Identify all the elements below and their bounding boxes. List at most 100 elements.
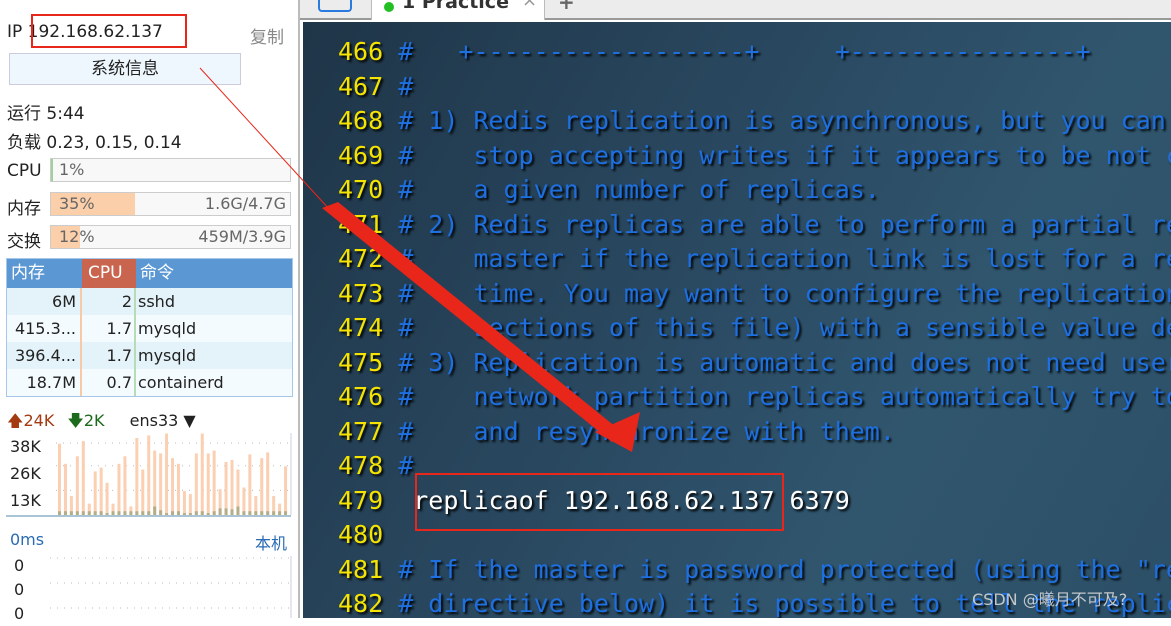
cpu-label: CPU xyxy=(7,161,42,181)
mem-label: 内存 xyxy=(7,199,41,219)
latency-host[interactable]: 本机 xyxy=(255,530,287,554)
system-info-button[interactable]: 系统信息 xyxy=(9,53,241,85)
mem-amount: 1.6G/4.7G xyxy=(204,194,286,213)
line-text: # master if the replication link is lost… xyxy=(383,244,1171,273)
line-number: 477 xyxy=(338,416,384,446)
mem-pct: 35% xyxy=(59,194,95,213)
download-bar xyxy=(159,510,163,515)
process-cpu: 2 xyxy=(82,288,136,315)
connected-dot-icon xyxy=(384,2,394,12)
cpu-bar: 1% xyxy=(50,158,291,182)
mem-bar: 35% 1.6G/4.7G xyxy=(50,192,291,216)
network-chart xyxy=(6,433,292,517)
swap-amount: 459M/3.9G xyxy=(198,227,286,246)
code-line: 466 # +------------------+ +------------… xyxy=(338,35,1091,69)
download-bar xyxy=(188,513,192,515)
line-text: # 1) Redis replication is asynchronous, … xyxy=(383,106,1166,135)
process-row[interactable]: 6M 2 sshd xyxy=(7,288,292,315)
latency-value: 0 xyxy=(14,604,25,623)
upload-bar xyxy=(99,467,103,515)
download-bar xyxy=(81,511,85,515)
line-number: 471 xyxy=(338,209,384,239)
upload-bar xyxy=(230,460,234,515)
upload-bar xyxy=(260,458,264,515)
upload-bar xyxy=(200,433,204,515)
header-cpu[interactable]: CPU xyxy=(82,259,136,288)
download-bar xyxy=(176,511,180,515)
load-label: 负载 xyxy=(7,133,41,153)
latency-value: 0 xyxy=(14,580,25,599)
download-bar xyxy=(200,511,204,515)
swap-label: 交换 xyxy=(7,232,41,252)
line-number: 467 xyxy=(338,71,384,101)
download-bar xyxy=(153,506,157,515)
download-rate: 2K xyxy=(83,411,105,430)
upload-bar xyxy=(194,453,198,515)
upload-bar xyxy=(75,456,79,515)
process-cpu: 0.7 xyxy=(82,369,136,396)
line-text: # a given number of replicas. xyxy=(383,175,880,204)
process-row[interactable]: 18.7M 0.7 containerd xyxy=(7,369,292,396)
download-bar xyxy=(165,513,169,515)
process-mem: 18.7M xyxy=(7,369,82,396)
upload-bar xyxy=(159,453,163,515)
upload-bar xyxy=(284,466,288,515)
upload-bar xyxy=(147,435,151,515)
line-number: 480 xyxy=(338,520,384,549)
uptime-value: 5:44 xyxy=(46,104,85,124)
upload-bar xyxy=(176,463,180,515)
upload-bar xyxy=(58,443,61,515)
upload-bar xyxy=(135,437,139,515)
interface-select[interactable]: ens33 xyxy=(130,411,179,430)
upload-arrow-icon: 🡅 xyxy=(7,411,24,430)
download-arrow-icon: 🡇 xyxy=(67,411,84,430)
download-bar xyxy=(93,511,97,515)
header-command[interactable]: 命令 xyxy=(136,259,174,288)
ip-highlight-box xyxy=(31,14,187,48)
add-tab-button[interactable]: + xyxy=(558,0,575,14)
upload-bar xyxy=(206,453,210,515)
line-text: # 2) Redis replicas are able to perform … xyxy=(383,209,1171,239)
sidebar: IP 192.168.62.137 复制 系统信息 运行 5:44 负载 0.2… xyxy=(0,0,300,623)
tab-label: 1 Practice xyxy=(402,0,509,13)
latency-chart xyxy=(50,556,292,618)
download-bar xyxy=(135,511,139,515)
copy-button[interactable]: 复制 xyxy=(250,23,284,48)
download-bar xyxy=(105,513,109,515)
process-mem: 396.4... xyxy=(7,342,82,369)
load: 负载 0.23, 0.15, 0.14 xyxy=(7,128,182,153)
replicaof-highlight-box xyxy=(415,473,784,531)
process-command: sshd xyxy=(138,292,175,311)
line-text: # xyxy=(383,71,414,101)
upload-bar xyxy=(141,469,145,515)
line-number: 478 xyxy=(338,451,384,480)
line-text: # sections of this file) with a sensible… xyxy=(383,313,1171,342)
download-bar xyxy=(254,511,258,515)
upload-bar xyxy=(224,461,228,515)
download-bar xyxy=(212,511,216,515)
line-number: 466 xyxy=(338,37,384,66)
upload-bar xyxy=(248,454,252,515)
code-line: 474 # sections of this file) with a sens… xyxy=(338,311,1171,345)
upload-bar xyxy=(63,463,67,515)
upload-bar xyxy=(171,458,175,515)
code-line: 469 # stop accepting writes if it appear… xyxy=(338,139,1171,173)
process-row[interactable]: 396.4... 1.7 mysqld xyxy=(7,342,292,369)
download-bar xyxy=(260,511,264,515)
new-session-icon[interactable] xyxy=(318,0,352,12)
chevron-down-icon[interactable]: ▼ xyxy=(178,411,195,430)
code-line: 471 # 2) Redis replicas are able to perf… xyxy=(338,208,1171,242)
download-bar xyxy=(123,511,127,515)
download-bar xyxy=(278,511,282,515)
header-mem[interactable]: 内存 xyxy=(7,259,82,288)
process-row[interactable]: 415.3... 1.7 mysqld xyxy=(7,315,292,342)
code-line: 475 # 3) Replication is automatic and do… xyxy=(338,346,1171,380)
download-bar xyxy=(236,506,240,515)
close-tab-icon[interactable]: × xyxy=(522,0,537,11)
uptime-label: 运行 xyxy=(7,104,41,124)
code-line: 481 # If the master is password protecte… xyxy=(338,553,1171,587)
process-command: mysqld xyxy=(138,319,197,338)
tab-practice[interactable]: 1 Practice × xyxy=(371,0,545,20)
latency-values: 0 0 0 xyxy=(14,554,24,626)
line-text: # If the master is password protected (u… xyxy=(383,554,1171,584)
